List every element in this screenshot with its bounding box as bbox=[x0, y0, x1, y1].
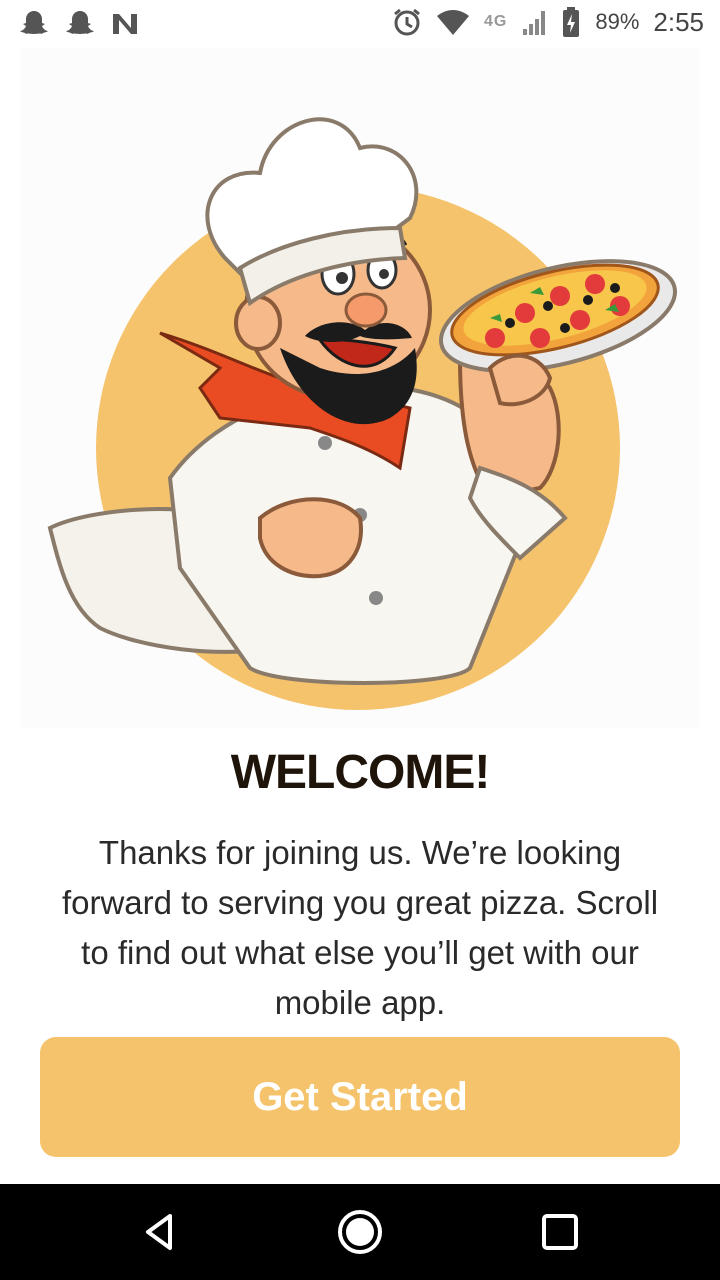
get-started-button[interactable]: Get Started bbox=[40, 1037, 680, 1157]
clock: 2:55 bbox=[653, 6, 704, 37]
welcome-description: Thanks for joining us. We’re looking for… bbox=[61, 834, 659, 1021]
status-right: 4G 89% 2:55 bbox=[392, 6, 704, 38]
battery-charging-icon bbox=[563, 7, 580, 37]
signal-icon bbox=[523, 11, 546, 35]
pizza-chef-illustration bbox=[47, 117, 678, 710]
n-app-icon bbox=[113, 14, 137, 34]
network-type: 4G bbox=[484, 13, 508, 30]
status-left bbox=[18, 8, 140, 40]
snapchat-icon bbox=[66, 11, 94, 34]
hero-illustration bbox=[20, 48, 700, 728]
back-icon[interactable] bbox=[136, 1208, 184, 1256]
battery-percent: 89% bbox=[595, 9, 640, 34]
welcome-title: WELCOME! bbox=[230, 746, 491, 799]
wifi-icon bbox=[437, 10, 469, 35]
home-icon[interactable] bbox=[336, 1208, 384, 1256]
snapchat-icon bbox=[20, 11, 48, 34]
alarm-icon bbox=[394, 8, 420, 36]
status-bar: 4G 89% 2:55 bbox=[0, 0, 720, 48]
recents-icon[interactable] bbox=[536, 1208, 584, 1256]
navigation-bar bbox=[0, 1184, 720, 1280]
